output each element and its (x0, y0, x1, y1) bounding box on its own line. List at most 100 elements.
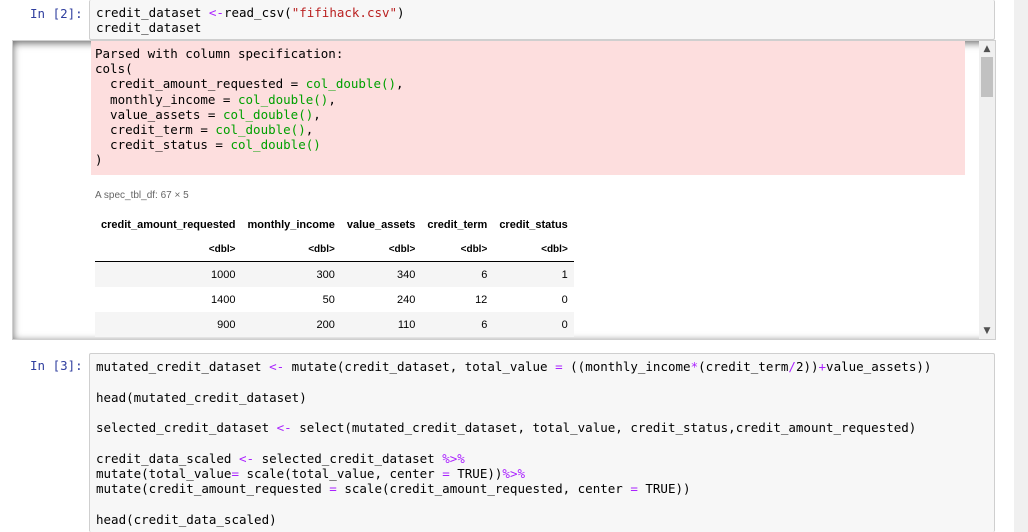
code-token: select(mutated_credit_dataset, total_val… (291, 420, 917, 436)
code-line: head(credit_data_scaled) (96, 512, 277, 527)
table-cell: 200 (241, 312, 341, 337)
code-token: credit_dataset (96, 5, 209, 20)
table-cell: 1400 (211, 293, 236, 306)
code-token: mutate(credit_amount_requested (96, 481, 330, 497)
code-line: credit_term = col_double(), (95, 122, 313, 137)
table-cell: 110 (340, 312, 422, 337)
code-token: %>% (502, 466, 525, 482)
code-line: ) (95, 152, 103, 167)
table-cell: 0 (493, 312, 574, 337)
code-token: <- (239, 450, 255, 466)
code-token: ) (95, 152, 103, 168)
table-row: 1400 50 240 12 0 (95, 287, 574, 312)
column-type: <dbl> (241, 237, 341, 262)
column-header: credit_status (499, 219, 568, 231)
code-token: credit_amount_requested = (95, 76, 306, 92)
table-cell: 1 (493, 261, 574, 287)
code-line: cols( (95, 61, 133, 76)
code-token: col_double() (305, 76, 397, 92)
code-token: <- (276, 420, 292, 436)
code-line: Parsed with column specification: (95, 46, 343, 61)
column-type: <dbl> (421, 237, 494, 262)
cell-2-code-editor[interactable]: credit_dataset <-read_csv("fifihack.csv"… (89, 0, 995, 40)
code-token: read_csv( (223, 5, 292, 20)
code-line: credit_amount_requested = col_double(), (95, 76, 404, 91)
scrollbar-thumb[interactable] (981, 57, 993, 97)
code-token: <- (269, 359, 285, 374)
code-line: credit_status = col_double() (95, 137, 321, 152)
code-token: , (313, 106, 321, 122)
code-token: = (630, 481, 638, 497)
cell-3-prompt: In [3]: (30, 358, 83, 373)
column-type: <dbl> (95, 237, 242, 262)
code-token: "fifihack.csv" (291, 5, 398, 20)
code-line: credit_dataset <-read_csv("fifihack.csv"… (96, 5, 405, 20)
code-line: credit_data_scaled <- selected_credit_da… (96, 451, 465, 466)
table-cell: 240 (397, 293, 416, 306)
table-cell: 300 (241, 261, 341, 287)
column-header: value_assets (346, 219, 416, 231)
column-header: credit_amount_requested (101, 219, 236, 231)
code-token: selected_credit_dataset (254, 450, 443, 466)
code-line: head(mutated_credit_dataset) (96, 390, 307, 405)
code-token: = (442, 466, 450, 482)
code-token: <- (208, 5, 224, 20)
code-token: mutate(credit_dataset, total_value (284, 359, 556, 374)
code-token: + (818, 359, 827, 374)
column-type: <dbl> (340, 237, 422, 262)
code-token: mutate(total_value (96, 466, 232, 482)
cell-2-output-area[interactable]: Parsed with column specification: cols( c… (12, 40, 996, 340)
table-caption: A spec_tbl_df: 67 × 5 (95, 190, 189, 201)
table-type-row: <dbl> <dbl> <dbl> <dbl> <dbl> (95, 237, 574, 262)
code-token: Parsed with column specification: (95, 46, 344, 61)
code-line: selected_credit_dataset <- select(mutate… (96, 420, 916, 435)
code-line: mutate(total_value= scale(total_value, c… (96, 466, 525, 481)
code-token: col_double() (238, 91, 329, 107)
code-token: credit_data_scaled (96, 450, 239, 466)
code-line: monthly_income = col_double(), (95, 92, 336, 107)
output-scrollbar[interactable]: ▲ ▼ (979, 41, 995, 339)
stderr-message: Parsed with column specification: cols( c… (91, 41, 965, 175)
code-token: head(credit_data_scaled) (96, 512, 277, 527)
code-token: head(mutated_credit_dataset) (96, 389, 307, 405)
code-token: ((monthly_income (562, 359, 691, 374)
code-line: value_assets = col_double(), (95, 107, 321, 122)
code-token: , (305, 122, 314, 137)
code-token: value_assets)) (826, 359, 932, 374)
column-header: monthly_income (247, 219, 335, 231)
table-cell: 50 (322, 293, 335, 306)
table-header-row: credit_amount_requested monthly_income val… (95, 213, 574, 237)
code-token: cols( (95, 61, 133, 77)
code-token: credit_term = (95, 122, 216, 137)
scroll-down-arrow-icon[interactable]: ▼ (979, 323, 995, 339)
table-cell: 1000 (95, 261, 242, 287)
code-token: mutated_credit_dataset (96, 359, 270, 374)
scroll-up-arrow-icon[interactable]: ▲ (979, 41, 995, 57)
column-header: credit_term (427, 219, 488, 231)
code-token: ) (397, 5, 405, 20)
code-token: * (690, 359, 699, 374)
code-token: %>% (442, 450, 465, 466)
code-token: = (555, 359, 563, 374)
table-cell: 900 (95, 312, 242, 337)
code-token: TRUE)) (449, 466, 503, 482)
code-token: , (328, 91, 336, 107)
code-token: / (788, 359, 796, 374)
cell-3-code-editor[interactable]: mutated_credit_dataset <- mutate(credit_… (89, 353, 995, 532)
table-cell: 6 (421, 312, 494, 337)
table-body: 1000 300 340 6 1 1400 50 240 12 0 900 200 110 6 0 (95, 261, 574, 337)
code-token: (credit_term (698, 359, 789, 374)
code-line: mutated_credit_dataset <- mutate(credit_… (96, 359, 931, 374)
code-token: monthly_income = (95, 91, 238, 107)
page-scrollbar-track[interactable] (1014, 0, 1028, 532)
code-token: TRUE)) (637, 481, 691, 497)
table-cell: 12 (475, 293, 488, 306)
table-row: 900 200 110 6 0 (95, 312, 574, 337)
code-token: scale(credit_amount_requested, center (336, 481, 631, 497)
table-cell: 0 (561, 293, 568, 306)
code-line: credit_dataset (96, 20, 201, 35)
table-cell: 6 (421, 261, 494, 287)
cell-2-prompt: In [2]: (30, 6, 83, 21)
table-row: 1000 300 340 6 1 (95, 261, 574, 287)
code-token: col_double() (222, 106, 314, 122)
